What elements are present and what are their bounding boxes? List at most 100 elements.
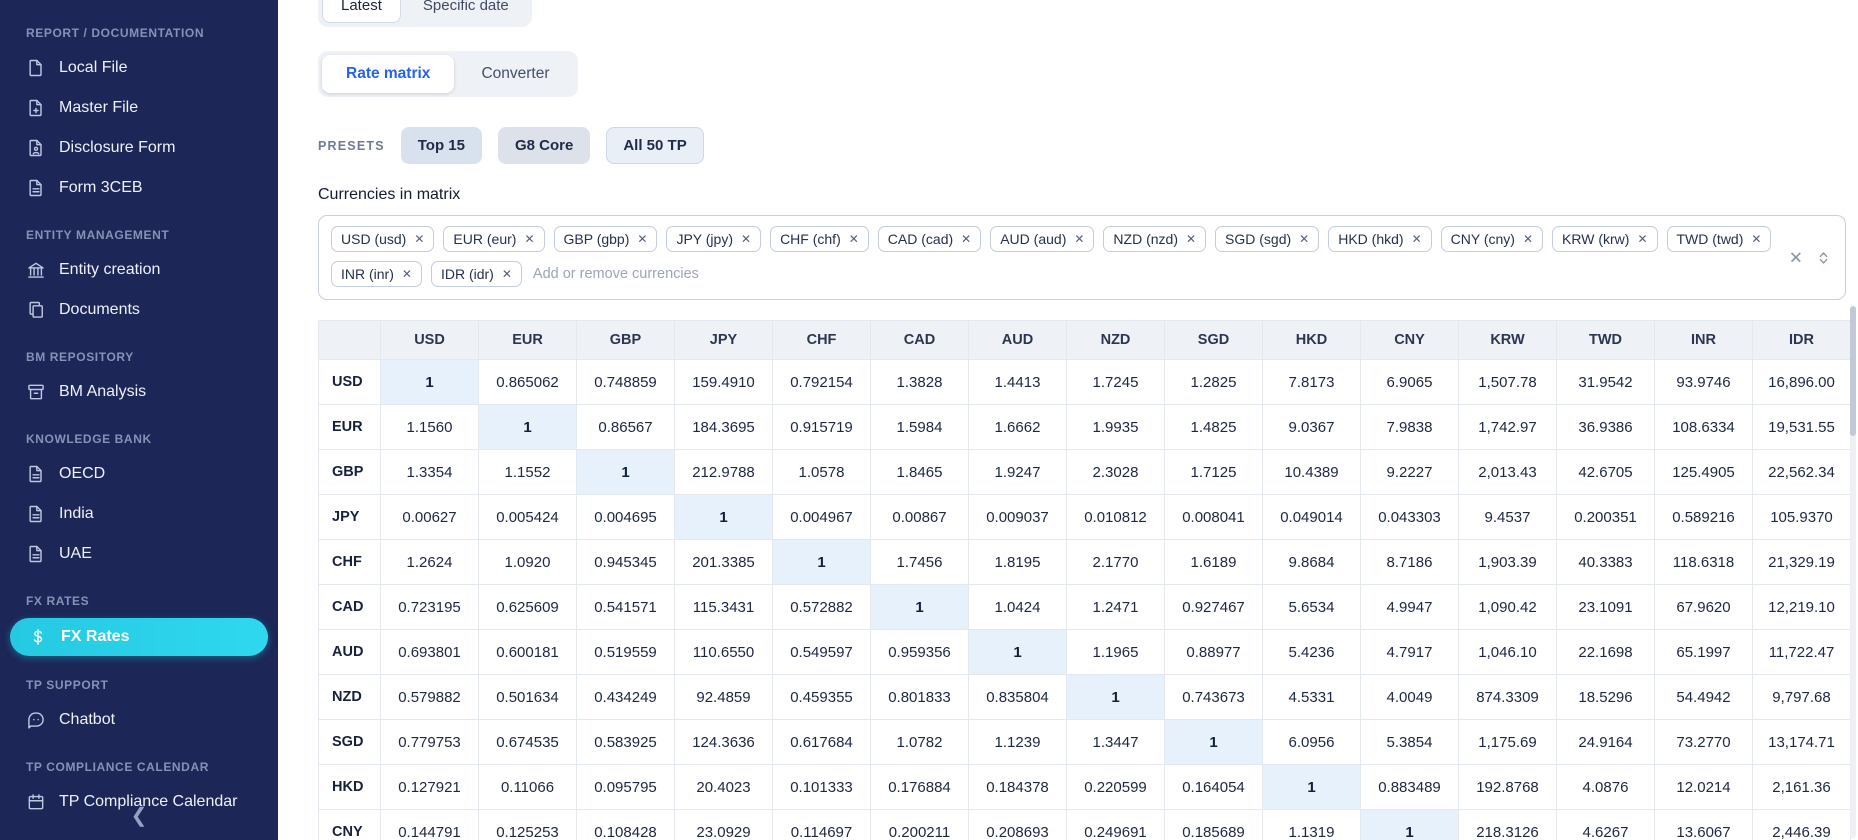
- file-text-icon: [26, 544, 46, 564]
- remove-chip-icon[interactable]: ✕: [524, 233, 534, 245]
- tab-converter[interactable]: Converter: [457, 55, 573, 93]
- rate-cell-aud-gbp: 0.519559: [576, 629, 675, 675]
- main-content: Latest Specific date Rate matrix Convert…: [278, 0, 1858, 840]
- remove-chip-icon[interactable]: ✕: [502, 268, 512, 280]
- sidebar-item-india[interactable]: India: [0, 494, 278, 534]
- column-header-aud: AUD: [968, 320, 1067, 360]
- rate-cell-usd-chf: 0.792154: [772, 359, 871, 405]
- row-header-cny: CNY: [318, 809, 381, 840]
- remove-chip-icon[interactable]: ✕: [1299, 233, 1309, 245]
- column-header-jpy: JPY: [674, 320, 773, 360]
- column-header-inr: INR: [1654, 320, 1753, 360]
- file-icon: [26, 58, 46, 78]
- sidebar-collapse-button[interactable]: ❮: [0, 798, 278, 832]
- rate-cell-chf-gbp: 0.945345: [576, 539, 675, 585]
- rate-cell-sgd-twd: 24.9164: [1556, 719, 1655, 765]
- table-vertical-scrollbar[interactable]: [1850, 306, 1856, 838]
- rate-cell-chf-eur: 1.0920: [478, 539, 577, 585]
- sidebar-item-master-file[interactable]: Master File: [0, 88, 278, 128]
- tab-latest[interactable]: Latest: [322, 0, 401, 23]
- sidebar-item-label: Form 3CEB: [59, 179, 143, 196]
- rate-cell-eur-gbp: 0.86567: [576, 404, 675, 450]
- rate-cell-sgd-cad: 1.0782: [870, 719, 969, 765]
- rate-cell-sgd-sgd: 1: [1164, 719, 1263, 765]
- sidebar-item-fx-rates[interactable]: FX Rates: [10, 618, 268, 656]
- rate-cell-sgd-chf: 0.617684: [772, 719, 871, 765]
- rate-cell-jpy-cad: 0.00867: [870, 494, 969, 540]
- rate-cell-aud-jpy: 110.6550: [674, 629, 773, 675]
- sidebar-item-label: Entity creation: [59, 261, 161, 278]
- view-tabs-row: Rate matrix Converter: [318, 51, 1858, 97]
- sidebar-item-entity-creation[interactable]: Entity creation: [0, 250, 278, 290]
- rate-cell-usd-cad: 1.3828: [870, 359, 969, 405]
- rate-cell-sgd-idr: 13,174.71: [1752, 719, 1851, 765]
- chevron-left-icon: ❮: [130, 804, 148, 827]
- rate-cell-jpy-chf: 0.004967: [772, 494, 871, 540]
- sidebar-item-disclosure-form[interactable]: Disclosure Form: [0, 128, 278, 168]
- column-header-nzd: NZD: [1066, 320, 1165, 360]
- rate-cell-chf-usd: 1.2624: [380, 539, 479, 585]
- presets-label: PRESETS: [318, 138, 385, 153]
- remove-chip-icon[interactable]: ✕: [414, 233, 424, 245]
- currency-chip-label: NZD (nzd): [1113, 231, 1178, 247]
- sidebar-section-label-bm-repository: BM REPOSITORY: [26, 350, 134, 364]
- currency-search-input[interactable]: [530, 265, 1775, 283]
- sidebar-nav: REPORT / DOCUMENTATION Local File Master F…: [0, 0, 278, 822]
- currency-chip-inr: INR (inr) ✕: [331, 261, 422, 287]
- dollar-icon: [28, 627, 48, 647]
- sidebar-item-label: India: [59, 505, 94, 522]
- remove-chip-icon[interactable]: ✕: [1523, 233, 1533, 245]
- view-tabs: Rate matrix Converter: [318, 51, 578, 97]
- rate-cell-usd-nzd: 1.7245: [1066, 359, 1165, 405]
- rate-cell-cad-chf: 0.572882: [772, 584, 871, 630]
- rate-cell-usd-krw: 1,507.78: [1458, 359, 1557, 405]
- sidebar-item-bm-analysis[interactable]: BM Analysis: [0, 372, 278, 412]
- sidebar-item-oecd[interactable]: OECD: [0, 454, 278, 494]
- sidebar-item-documents[interactable]: Documents: [0, 290, 278, 330]
- date-mode-tabs: Latest Specific date: [318, 0, 532, 27]
- sidebar-item-chatbot[interactable]: Chatbot: [0, 700, 278, 740]
- remove-chip-icon[interactable]: ✕: [1637, 233, 1647, 245]
- rate-cell-cad-twd: 23.1091: [1556, 584, 1655, 630]
- tab-rate-matrix[interactable]: Rate matrix: [322, 55, 455, 93]
- currency-chip-krw: KRW (krw) ✕: [1552, 226, 1658, 252]
- sidebar-item-local-file[interactable]: Local File: [0, 48, 278, 88]
- rate-cell-aud-inr: 65.1997: [1654, 629, 1753, 675]
- rate-cell-cny-jpy: 23.0929: [674, 809, 773, 840]
- clear-all-icon[interactable]: ✕: [1789, 249, 1803, 266]
- rate-cell-cad-cny: 4.9947: [1360, 584, 1459, 630]
- scrollbar-thumb[interactable]: [1850, 306, 1856, 436]
- sidebar-item-form-3ceb[interactable]: Form 3CEB: [0, 168, 278, 208]
- preset-top-15[interactable]: Top 15: [400, 127, 482, 164]
- currency-multiselect[interactable]: USD (usd) ✕ EUR (eur) ✕ GBP (gbp) ✕ JPY (jpy) ✕…: [318, 215, 1846, 300]
- remove-chip-icon[interactable]: ✕: [741, 233, 751, 245]
- remove-chip-icon[interactable]: ✕: [1186, 233, 1196, 245]
- rate-cell-eur-usd: 1.1560: [380, 404, 479, 450]
- remove-chip-icon[interactable]: ✕: [961, 233, 971, 245]
- currency-chip-label: KRW (krw): [1562, 231, 1630, 247]
- remove-chip-icon[interactable]: ✕: [849, 233, 859, 245]
- updown-arrows-icon[interactable]: [1816, 250, 1831, 265]
- remove-chip-icon[interactable]: ✕: [402, 268, 412, 280]
- currency-chip-cny: CNY (cny) ✕: [1440, 226, 1544, 252]
- remove-chip-icon[interactable]: ✕: [637, 233, 647, 245]
- rate-cell-hkd-jpy: 20.4023: [674, 764, 773, 810]
- rate-cell-sgd-usd: 0.779753: [380, 719, 479, 765]
- rate-cell-aud-sgd: 0.88977: [1164, 629, 1263, 675]
- preset-all-50-tp[interactable]: All 50 TP: [606, 127, 704, 164]
- remove-chip-icon[interactable]: ✕: [1074, 233, 1084, 245]
- preset-g8-core[interactable]: G8 Core: [497, 127, 591, 164]
- rate-cell-gbp-inr: 125.4905: [1654, 449, 1753, 495]
- rate-cell-usd-eur: 0.865062: [478, 359, 577, 405]
- file-text-icon: [26, 504, 46, 524]
- remove-chip-icon[interactable]: ✕: [1412, 233, 1422, 245]
- rate-cell-usd-gbp: 0.748859: [576, 359, 675, 405]
- remove-chip-icon[interactable]: ✕: [1751, 233, 1761, 245]
- tab-specific-date[interactable]: Specific date: [404, 0, 528, 23]
- matrix-row-hkd: HKD 0.127921 0.11066 0.095795 20.4023 0.10133…: [318, 764, 1851, 810]
- rate-cell-cny-idr: 2,446.39: [1752, 809, 1851, 840]
- rate-cell-jpy-eur: 0.005424: [478, 494, 577, 540]
- sidebar-item-uae[interactable]: UAE: [0, 534, 278, 574]
- currency-chip-eur: EUR (eur) ✕: [443, 226, 545, 252]
- rate-cell-sgd-gbp: 0.583925: [576, 719, 675, 765]
